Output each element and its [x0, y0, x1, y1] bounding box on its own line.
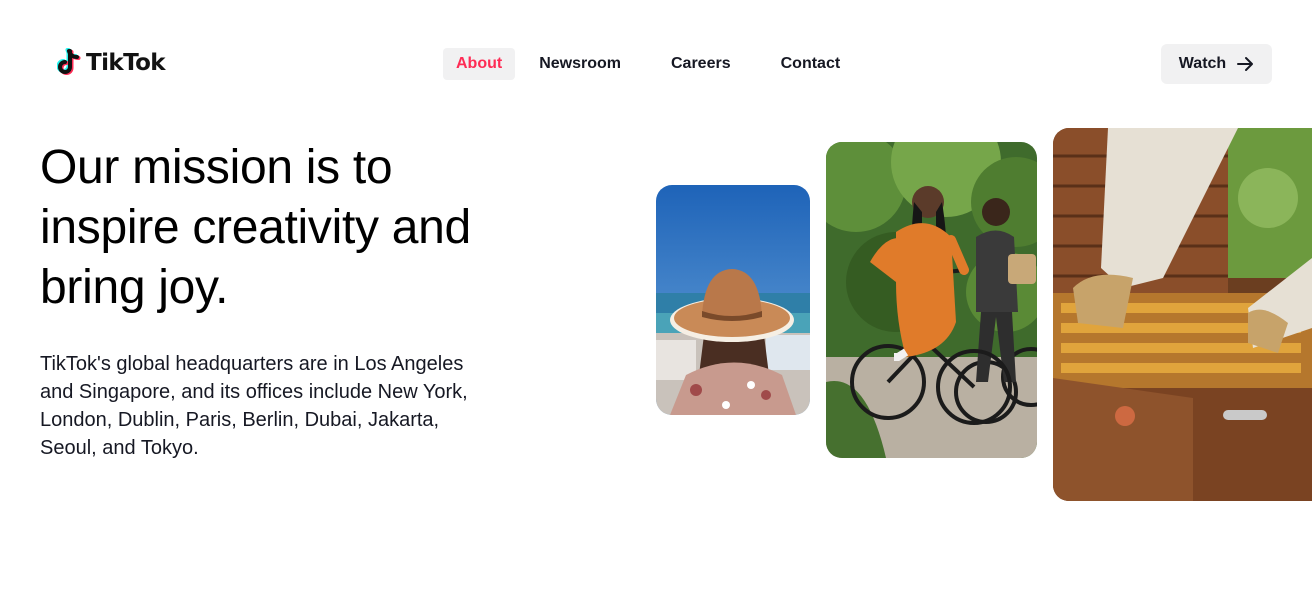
photo-women-cycling: [826, 142, 1037, 458]
arrow-right-icon: [1237, 57, 1254, 71]
nav-item-newsroom[interactable]: Newsroom: [526, 48, 634, 80]
hero-body: TikTok's global headquarters are in Los …: [40, 353, 468, 459]
photo-beekeeper-hive: [1053, 128, 1312, 501]
nav-item-contact[interactable]: Contact: [768, 48, 854, 80]
main-nav: About Newsroom Careers Contact: [443, 48, 853, 80]
photo-woman-straw-hat: [656, 185, 810, 415]
watch-button-label: Watch: [1178, 55, 1227, 72]
tiktok-logo[interactable]: TikTok: [57, 47, 166, 79]
nav-item-careers[interactable]: Careers: [658, 48, 744, 80]
hero-headline: Our mission is to inspire creativity and…: [40, 141, 471, 314]
nav-item-about[interactable]: About: [443, 48, 516, 80]
watch-button[interactable]: Watch: [1161, 44, 1272, 84]
tiktok-note-icon: [57, 48, 81, 75]
brand-name: TikTok: [86, 50, 166, 76]
